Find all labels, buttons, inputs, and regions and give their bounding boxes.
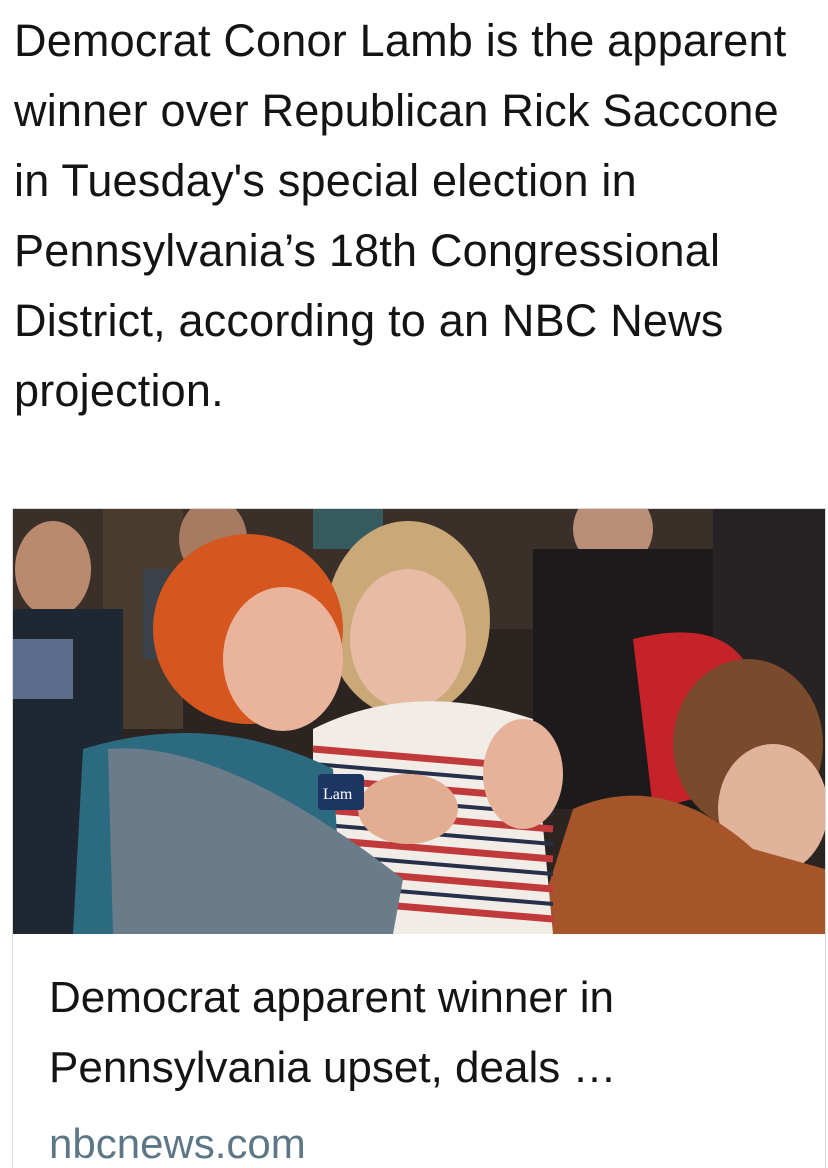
post-text: Democrat Conor Lamb is the apparent winn…	[14, 15, 787, 416]
link-preview-domain: nbcnews.com	[49, 1120, 306, 1167]
link-preview-card[interactable]: Lam Democrat apparent winner in Pennsylv…	[12, 508, 826, 1168]
campaign-badge-text: Lam	[323, 786, 353, 803]
link-preview-title[interactable]: Democrat apparent winner in Pennsylvania…	[49, 963, 809, 1103]
link-preview-image[interactable]: Lam	[13, 509, 825, 934]
photo-celebrating-supporters: Lam	[13, 509, 825, 934]
